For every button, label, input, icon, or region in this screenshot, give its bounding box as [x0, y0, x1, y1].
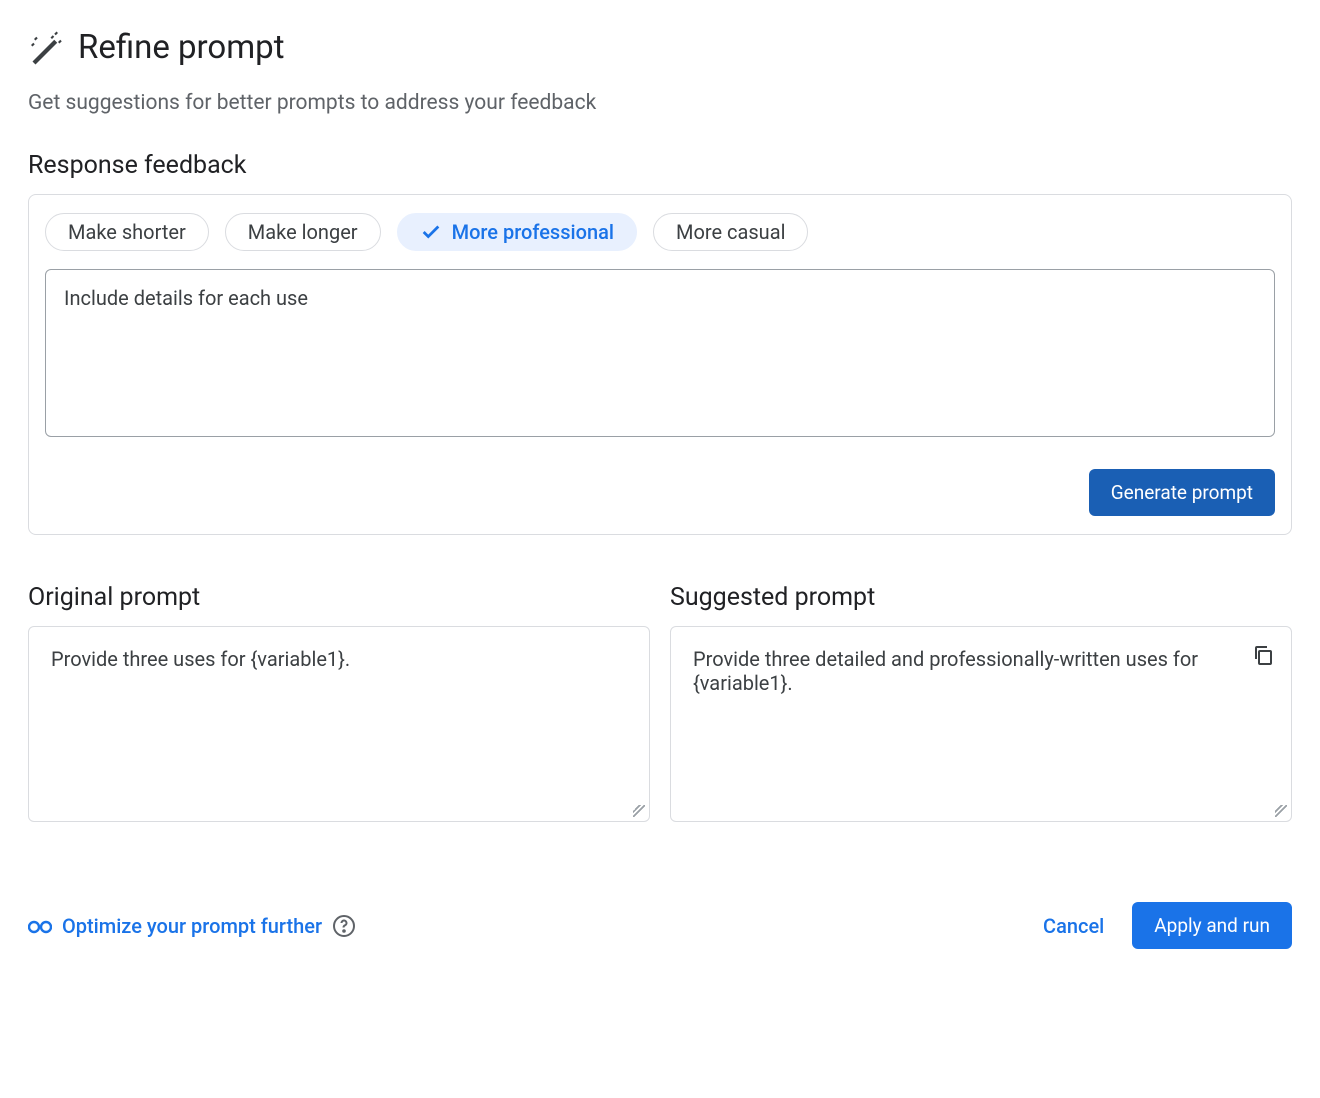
optimize-further-label: Optimize your prompt further [62, 914, 322, 938]
original-prompt-box[interactable]: Provide three uses for {variable1}. [28, 626, 650, 822]
feedback-textarea[interactable] [45, 269, 1275, 437]
chip-more-professional[interactable]: More professional [397, 213, 637, 251]
chip-more-casual[interactable]: More casual [653, 213, 808, 251]
suggested-prompt-text: Provide three detailed and professionall… [693, 647, 1269, 695]
response-feedback-card: Make shorter Make longer More profession… [28, 194, 1292, 535]
magic-wand-icon [28, 30, 64, 66]
generate-prompt-button[interactable]: Generate prompt [1089, 469, 1275, 516]
chip-make-longer[interactable]: Make longer [225, 213, 381, 251]
link-icon [28, 917, 52, 935]
suggested-prompt-label: Suggested prompt [670, 583, 1292, 612]
original-prompt-label: Original prompt [28, 583, 650, 612]
dialog-subtitle: Get suggestions for better prompts to ad… [28, 91, 1292, 115]
help-icon[interactable] [332, 914, 356, 938]
dialog-title: Refine prompt [78, 28, 285, 67]
response-feedback-label: Response feedback [28, 151, 1292, 180]
chip-label: Make longer [248, 220, 358, 244]
dialog-header: Refine prompt [28, 28, 1292, 67]
original-prompt-text: Provide three uses for {variable1}. [51, 647, 350, 671]
suggested-prompt-box[interactable]: Provide three detailed and professionall… [670, 626, 1292, 822]
chip-make-shorter[interactable]: Make shorter [45, 213, 209, 251]
check-icon [420, 221, 442, 243]
chip-label: More casual [676, 220, 785, 244]
copy-icon[interactable] [1251, 643, 1275, 667]
chip-label: More professional [452, 220, 614, 244]
optimize-further-link[interactable]: Optimize your prompt further [28, 914, 322, 938]
cancel-button[interactable]: Cancel [1043, 914, 1104, 938]
feedback-chips-row: Make shorter Make longer More profession… [45, 213, 1275, 251]
chip-label: Make shorter [68, 220, 186, 244]
dialog-footer: Optimize your prompt further Cancel Appl… [28, 902, 1292, 949]
apply-and-run-button[interactable]: Apply and run [1132, 902, 1292, 949]
